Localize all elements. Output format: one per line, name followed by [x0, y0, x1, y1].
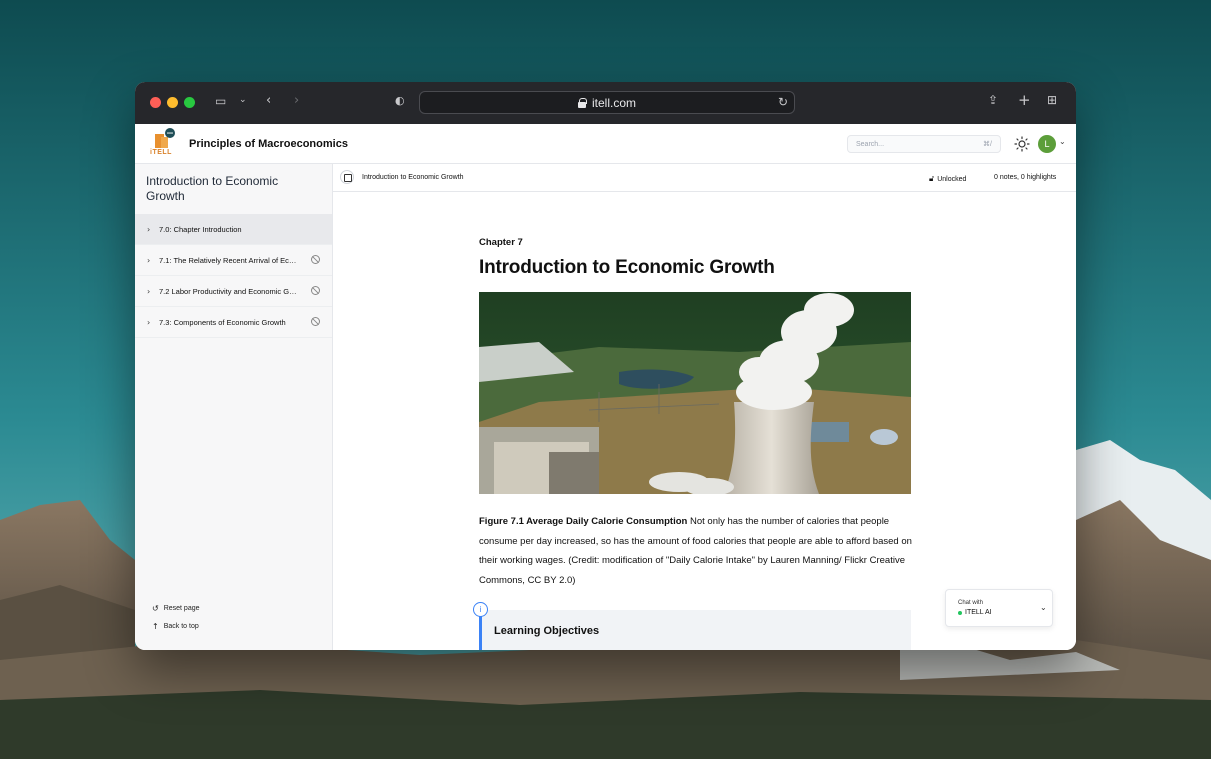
chevron-down-icon[interactable]: ⌄	[1059, 137, 1066, 146]
arrow-up-icon: ↑	[152, 622, 159, 631]
sidebar-item-label: 7.0: Chapter Introduction	[159, 224, 242, 234]
forward-icon[interactable]: ›	[294, 93, 299, 108]
page-breadcrumb: Introduction to Economic Growth	[362, 174, 464, 181]
close-window-button[interactable]	[150, 97, 161, 108]
app-header: iTELL Principles of Macroeconomics Searc…	[135, 124, 1076, 164]
unlocked-status: 🔓︎ Unlocked	[929, 174, 966, 184]
locked-icon	[311, 255, 320, 264]
address-bar[interactable]: itell.com ↻	[419, 91, 795, 114]
share-icon[interactable]: ⇪	[988, 93, 998, 107]
sidebar-toggle-icon[interactable]: ▭	[215, 94, 226, 108]
sidebar-item-7-3[interactable]: › 7.3: Components of Economic Growth	[135, 307, 332, 338]
unlock-icon: 🔓︎	[929, 174, 935, 183]
tab-overview-icon[interactable]: ⊞	[1047, 93, 1057, 107]
back-label: Back to top	[163, 623, 199, 630]
sun-icon[interactable]	[1014, 136, 1030, 152]
reset-label: Reset page	[163, 605, 200, 612]
window-controls	[150, 97, 195, 108]
site-title[interactable]: Principles of Macroeconomics	[189, 138, 348, 150]
browser-toolbar: ▭ ⌄ ‹ › ◐ itell.com ↻ ⇪ + ⊞	[135, 82, 1076, 124]
chevron-down-icon[interactable]: ⌄	[239, 95, 247, 105]
chevron-down-icon[interactable]: ⌄	[1040, 603, 1047, 612]
shield-icon[interactable]: ◐	[395, 94, 405, 107]
chevron-right-icon: ›	[147, 224, 151, 234]
avatar[interactable]: L	[1038, 135, 1056, 153]
locked-icon	[311, 286, 320, 295]
sidebar-item-7-2[interactable]: › 7.2 Labor Productivity and Economic Gr…	[135, 276, 332, 307]
unlocked-label: Unlocked	[937, 175, 967, 183]
sidebar: Introduction to Economic Growth › 7.0: C…	[135, 164, 333, 650]
chapter-label: Chapter 7	[479, 237, 523, 248]
main-content: Introduction to Economic Growth 🔓︎ Unloc…	[333, 164, 1076, 650]
panel-toggle-icon[interactable]	[340, 170, 354, 184]
search-shortcut: ⌘/	[983, 141, 992, 148]
back-to-top-button[interactable]: ↑ Back to top	[152, 622, 199, 631]
url-text: itell.com	[591, 95, 636, 110]
learning-objectives-box: Learning Objectives	[479, 610, 911, 650]
sidebar-item-label: 7.3: Components of Economic Growth	[159, 317, 286, 327]
power-plant-image	[479, 292, 911, 494]
figure-caption: Figure 7.1 Average Daily Calorie Consump…	[479, 512, 919, 590]
sidebar-item-7-1[interactable]: › 7.1: The Relatively Recent Arrival of …	[135, 245, 332, 276]
back-icon[interactable]: ‹	[266, 93, 271, 108]
minimize-window-button[interactable]	[167, 97, 178, 108]
chevron-right-icon: ›	[147, 255, 151, 265]
online-status-icon	[958, 610, 962, 615]
new-tab-icon[interactable]: +	[1018, 91, 1031, 109]
browser-window: ▭ ⌄ ‹ › ◐ itell.com ↻ ⇪ + ⊞ iTELL Princi…	[135, 82, 1076, 650]
reset-page-button[interactable]: ↺ Reset page	[152, 604, 200, 613]
sidebar-nav: › 7.0: Chapter Introduction › 7.1: The R…	[135, 214, 332, 338]
locked-icon	[311, 317, 320, 326]
sidebar-title: Introduction to Economic Growth	[146, 174, 279, 203]
figure-caption-title: Figure 7.1 Average Daily Calorie Consump…	[479, 516, 688, 527]
chevron-right-icon: ›	[147, 286, 151, 296]
learning-objectives-title: Learning Objectives	[494, 625, 600, 637]
maximize-window-button[interactable]	[184, 97, 195, 108]
info-icon: i	[473, 602, 488, 617]
lock-icon	[577, 98, 587, 108]
page-title: Introduction to Economic Growth	[479, 257, 775, 278]
search-input[interactable]: Search... ⌘/	[847, 135, 1001, 153]
chat-widget[interactable]: Chat with ITELL AI ⌄	[945, 589, 1053, 627]
chat-name-row: ITELL AI	[958, 609, 992, 616]
sidebar-item-7-0[interactable]: › 7.0: Chapter Introduction	[135, 214, 332, 245]
logo-text: iTELL	[150, 149, 172, 156]
chat-name: ITELL AI	[965, 609, 992, 616]
reset-icon: ↺	[152, 604, 159, 613]
chevron-right-icon: ›	[147, 317, 151, 327]
chat-prefix: Chat with	[958, 600, 984, 606]
notes-count[interactable]: 0 notes, 0 highlights	[994, 174, 1056, 181]
sidebar-item-label: 7.2 Labor Productivity and Economic Grow…	[159, 286, 299, 296]
sidebar-item-label: 7.1: The Relatively Recent Arrival of Ec…	[159, 255, 299, 265]
content-toolbar: Introduction to Economic Growth 🔓︎ Unloc…	[333, 164, 1076, 192]
search-placeholder: Search...	[856, 140, 885, 148]
reload-icon[interactable]: ↻	[778, 95, 788, 109]
